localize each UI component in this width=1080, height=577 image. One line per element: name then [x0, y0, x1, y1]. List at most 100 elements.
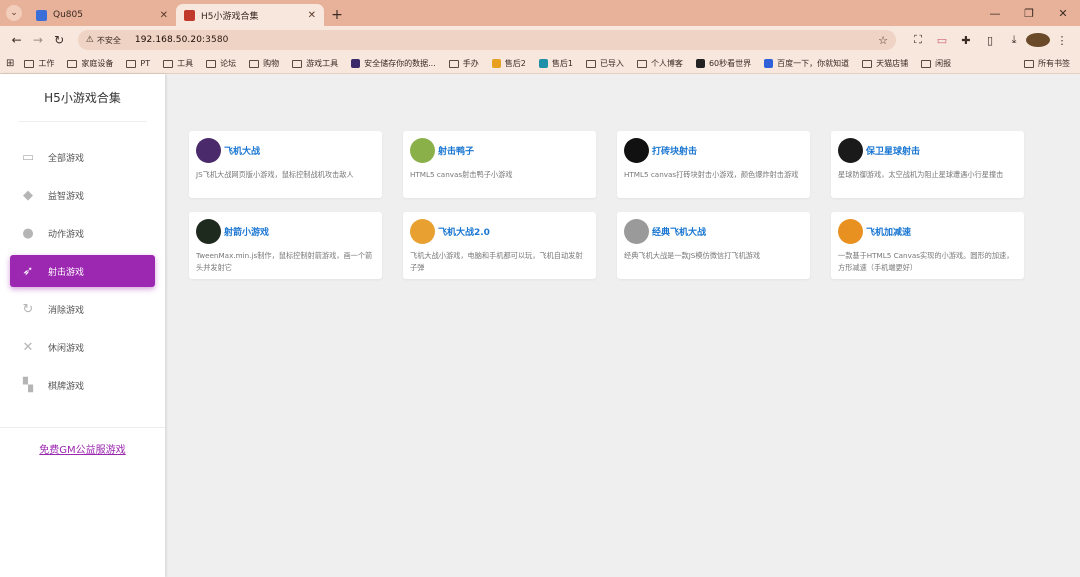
game-card-header: 射击鸭子 — [410, 137, 589, 163]
folder-icon — [921, 59, 932, 68]
game-title[interactable]: 经典飞机大战 — [652, 225, 706, 238]
game-card[interactable]: 打砖块射击 HTML5 canvas打砖块射击小游戏，颜色爆炸射击游戏 — [617, 131, 810, 198]
bookmark-item[interactable]: 家庭设备 — [67, 58, 113, 69]
game-card[interactable]: 经典飞机大战 经典飞机大战是一款JS模仿微信打飞机游戏 — [617, 212, 810, 279]
bookmark-star-icon[interactable]: ☆ — [878, 34, 888, 47]
new-tab-button[interactable]: + — [326, 4, 348, 26]
url-host: 192.168.50.20 — [134, 35, 203, 45]
bookmark-item[interactable]: 百度一下，你就知道 — [764, 58, 849, 69]
restore-icon[interactable]: ❐ — [1012, 7, 1046, 20]
tab-qu805[interactable]: Qu805 ✕ — [28, 4, 176, 26]
bookmark-item[interactable]: 工具 — [163, 58, 193, 69]
bookmark-item[interactable]: 售后1 — [538, 58, 573, 69]
bookmark-item[interactable]: 安全储存你的数据... — [351, 58, 436, 69]
menu-item[interactable]: ✕ 休闲游戏 — [10, 331, 155, 363]
menu-item[interactable]: ↻ 消除游戏 — [10, 293, 155, 325]
site-title: H5小游戏合集 — [18, 74, 147, 122]
bookmark-item[interactable]: PT — [126, 59, 150, 68]
game-card-header: 射箭小游戏 — [196, 218, 375, 244]
folder-icon — [636, 59, 647, 68]
bookmark-label: 手办 — [462, 59, 479, 68]
bookmark-label: 60秒看世界 — [708, 59, 752, 68]
game-description: 飞机大战小游戏，电脑和手机都可以玩，飞机自动发射子弹 — [410, 251, 583, 272]
profile-avatar[interactable] — [1026, 33, 1050, 47]
menu-item-label: 休闲游戏 — [48, 343, 85, 354]
site-favicon-icon — [351, 59, 361, 68]
sidepanel-icon[interactable]: ▯ — [978, 34, 1002, 47]
game-title[interactable]: 保卫星球射击 — [866, 144, 920, 157]
rocket-icon: ➶ — [22, 263, 34, 279]
bookmark-item[interactable]: 天猫店铺 — [862, 58, 908, 69]
plane-speed-icon[interactable] — [838, 218, 863, 244]
bookmark-item[interactable]: 论坛 — [206, 58, 236, 69]
site-favicon-icon — [695, 59, 705, 68]
game-description: 星球防御游戏，太空战机为阻止星球遭遇小行星撞击 — [838, 170, 1004, 179]
menu-item-label: 全部游戏 — [48, 153, 85, 164]
menu-item-label: 益智游戏 — [48, 191, 85, 202]
bookmark-item[interactable]: 已导入 — [585, 58, 624, 69]
archery-icon[interactable] — [196, 218, 221, 244]
refresh-icon: ↻ — [22, 301, 34, 317]
game-card[interactable]: 飞机大战2.0 飞机大战小游戏，电脑和手机都可以玩，飞机自动发射子弹 — [403, 212, 596, 279]
extension-icon[interactable]: ▭ — [930, 34, 954, 47]
game-title[interactable]: 飞机大战 — [224, 144, 260, 157]
tab-h5-games[interactable]: H5小游戏合集 ✕ — [176, 4, 324, 26]
game-card[interactable]: 射击鸭子 HTML5 canvas射击鸭子小游戏 — [403, 131, 596, 198]
extension-icon[interactable]: ⛶ — [906, 33, 930, 47]
game-card-header: 打砖块射击 — [624, 137, 803, 163]
game-card[interactable]: 飞机大战 JS飞机大战网页版小游戏，鼠标控制战机攻击敌人 — [189, 131, 382, 198]
bookmark-item[interactable]: 手办 — [448, 58, 479, 69]
bookmark-item[interactable]: 60秒看世界 — [695, 58, 752, 69]
game-card[interactable]: 射箭小游戏 TweenMax.min.js制作，鼠标控制射箭游戏，画一个箭头并发射… — [189, 212, 382, 279]
game-title[interactable]: 飞机大战2.0 — [438, 225, 490, 238]
gm-link[interactable]: 免费GM公益服游戏 — [0, 441, 165, 456]
game-title[interactable]: 打砖块射击 — [652, 144, 697, 157]
game-title[interactable]: 射箭小游戏 — [224, 225, 269, 238]
address-bar[interactable]: ⚠ 不安全 192.168.50.20:3580 ☆ — [77, 30, 896, 50]
bookmark-label: PT — [140, 59, 151, 68]
bookmark-item[interactable]: 工作 — [24, 58, 54, 69]
chessboard-icon: ▚ — [23, 377, 33, 393]
game-favicon-icon — [184, 9, 195, 21]
apps-icon[interactable]: ⊞ — [6, 58, 14, 69]
graduation-cap-icon: ◆ — [23, 187, 33, 203]
tab-search-icon[interactable]: ⌄ — [6, 5, 22, 21]
menu-item[interactable]: ▚ 棋牌游戏 — [10, 369, 155, 401]
game-description: HTML5 canvas打砖块射击小游戏，颜色爆炸射击游戏 — [624, 170, 799, 179]
menu-item[interactable]: ◆ 益智游戏 — [10, 179, 155, 211]
duck-icon[interactable] — [410, 137, 435, 163]
folder-icon — [206, 59, 217, 68]
close-window-icon[interactable]: ✕ — [1046, 7, 1080, 20]
planet-icon[interactable] — [838, 137, 863, 163]
bookmark-item[interactable]: 闲报 — [921, 58, 951, 69]
bookmark-item[interactable]: 售后2 — [491, 58, 526, 69]
bookmark-item[interactable]: 购物 — [249, 58, 279, 69]
menu-item[interactable]: ● 动作游戏 — [10, 217, 155, 249]
game-title[interactable]: 射击鸭子 — [438, 144, 474, 157]
brick-icon[interactable] — [624, 137, 649, 163]
all-bookmarks-button[interactable]: 所有书签 — [1024, 58, 1070, 69]
game-card[interactable]: 飞机加减速 一款基于HTML5 Canvas实现的小游戏。圆形的加速，方形减速（手… — [831, 212, 1024, 279]
folder-icon — [67, 59, 78, 68]
minimize-icon[interactable]: — — [978, 7, 1012, 20]
menu-item[interactable]: ▭ 全部游戏 — [10, 141, 155, 173]
puzzle-icon[interactable]: ✚ — [954, 34, 978, 47]
game-title[interactable]: 飞机加减速 — [866, 225, 911, 238]
reload-icon[interactable]: ↻ — [49, 33, 70, 47]
classic-plane-icon[interactable] — [624, 218, 649, 244]
plane-war2-icon[interactable] — [410, 218, 435, 244]
warning-icon: ⚠ — [85, 35, 94, 45]
forward-icon[interactable]: → — [27, 33, 48, 47]
security-indicator[interactable]: ⚠ 不安全 — [86, 35, 127, 46]
game-card[interactable]: 保卫星球射击星球防御游戏，太空战机为阻止星球遭遇小行星撞击 — [831, 131, 1024, 198]
bookmark-item[interactable]: 游戏工具 — [292, 58, 338, 69]
download-icon[interactable]: ⤓ — [1002, 33, 1026, 47]
menu-item[interactable]: ➶ 射击游戏 — [10, 255, 155, 287]
close-icon[interactable]: ✕ — [308, 10, 316, 21]
game-grid: 飞机大战 JS飞机大战网页版小游戏，鼠标控制战机攻击敌人 射击鸭子 HTML5 can… — [189, 131, 1049, 279]
close-icon[interactable]: ✕ — [160, 10, 168, 21]
more-menu-icon[interactable]: ⋮ — [1050, 34, 1074, 47]
back-icon[interactable]: ← — [6, 33, 27, 47]
bookmark-item[interactable]: 个人博客 — [636, 58, 683, 69]
plane-war-icon[interactable] — [196, 137, 221, 163]
